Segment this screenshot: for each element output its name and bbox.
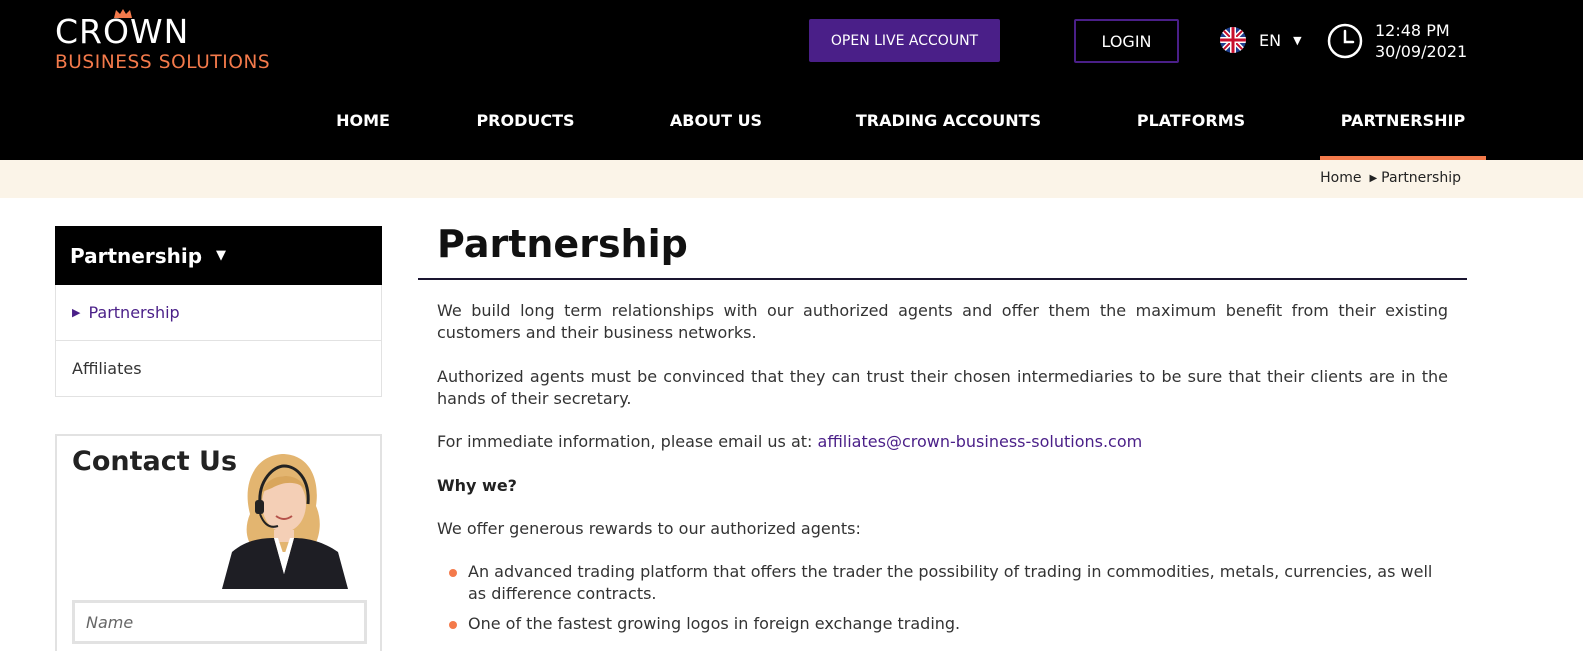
why-heading: Why we? — [437, 476, 517, 495]
caret-down-icon: ▼ — [216, 248, 227, 263]
language-selector[interactable]: EN ▼ — [1220, 27, 1302, 53]
clock-readout: 12:48 PM 30/09/2021 — [1375, 20, 1467, 62]
logo-tagline: BUSINESS SOLUTIONS — [55, 52, 271, 73]
breadcrumb: Home ▶ Partnership — [1320, 170, 1461, 186]
rewards-list: An advanced trading platform that offers… — [437, 561, 1448, 643]
bullet-icon — [449, 569, 457, 577]
open-live-account-button[interactable]: OPEN LIVE ACCOUNT — [809, 19, 1000, 62]
language-code: EN — [1259, 30, 1282, 50]
login-button[interactable]: LOGIN — [1074, 19, 1179, 63]
support-agent-portrait — [222, 454, 348, 589]
clock-date: 30/09/2021 — [1375, 42, 1468, 61]
name-field[interactable] — [72, 600, 367, 644]
email-paragraph: For immediate information, please email … — [437, 431, 1448, 453]
clock-icon — [1327, 23, 1363, 59]
rewards-intro: We offer generous rewards to our authori… — [437, 519, 861, 538]
title-divider — [418, 278, 1467, 280]
intro-paragraph: We build long term relationships with ou… — [437, 301, 1448, 342]
caret-right-icon: ▶ — [1369, 172, 1378, 184]
nav-platforms[interactable]: PLATFORMS — [1122, 100, 1260, 160]
bullet-icon — [449, 621, 457, 629]
list-item-text: One of the fastest growing logos in fore… — [468, 614, 961, 633]
list-item: One of the fastest growing logos in fore… — [437, 613, 1448, 635]
sidebar-item-label: Partnership — [88, 303, 180, 322]
nav-about-us[interactable]: ABOUT US — [655, 100, 777, 160]
crown-logo[interactable]: CROWN BUSINESS SOLUTIONS — [55, 9, 271, 74]
breadcrumb-bar: Home ▶ Partnership — [0, 160, 1583, 198]
nav-trading-accounts[interactable]: TRADING ACCOUNTS — [841, 100, 1056, 160]
nav-products[interactable]: PRODUCTS — [462, 100, 589, 160]
site-header: CROWN BUSINESS SOLUTIONS OPEN LIVE ACCOU… — [0, 0, 1583, 160]
sidebar-item-affiliates[interactable]: Affiliates — [55, 341, 382, 397]
logo-wordmark: CROWN — [55, 9, 270, 52]
caret-right-icon: ▶ — [72, 306, 81, 319]
list-item-text: An advanced trading platform that offers… — [468, 562, 1433, 603]
breadcrumb-home[interactable]: Home — [1320, 170, 1361, 186]
email-prefix: For immediate information, please email … — [437, 432, 818, 451]
affiliates-email-link[interactable]: affiliates@crown-business-solutions.com — [818, 432, 1143, 451]
breadcrumb-current: Partnership — [1381, 170, 1461, 186]
nav-home[interactable]: HOME — [322, 100, 404, 160]
clock-time: 12:48 PM — [1375, 21, 1450, 40]
crown-icon — [114, 9, 132, 18]
sidebar-item-label: Affiliates — [72, 359, 142, 378]
sidebar-heading[interactable]: Partnership ▼ — [55, 226, 382, 285]
caret-down-icon: ▼ — [1293, 33, 1302, 47]
page-title: Partnership — [437, 222, 688, 266]
uk-flag-icon — [1220, 27, 1246, 53]
sidebar-item-partnership[interactable]: ▶ Partnership — [55, 285, 382, 341]
contact-us-box: Contact Us — [55, 434, 382, 651]
main-nav: HOME PRODUCTS ABOUT US TRADING ACCOUNTS … — [0, 100, 1583, 160]
sidebar-menu: Partnership ▼ ▶ Partnership Affiliates — [55, 226, 382, 397]
list-item: An advanced trading platform that offers… — [437, 561, 1448, 605]
agents-paragraph: Authorized agents must be convinced that… — [437, 367, 1448, 408]
nav-partnership[interactable]: PARTNERSHIP — [1320, 100, 1486, 160]
sidebar-heading-label: Partnership — [70, 243, 203, 268]
